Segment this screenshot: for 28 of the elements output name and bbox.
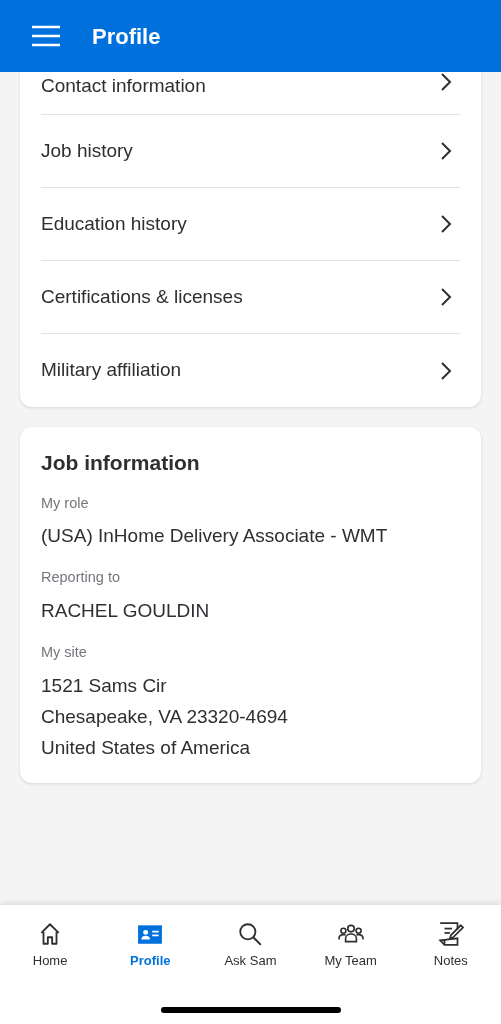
field-label: My role: [41, 493, 90, 513]
field-value: Chesapeake, VA 23320-4694: [41, 704, 289, 729]
search-icon: [237, 921, 264, 947]
field-value: United States of America: [41, 735, 252, 760]
list-item[interactable]: Education history: [41, 188, 460, 261]
tab[interactable]: My Team: [300, 905, 401, 1024]
tab[interactable]: Notes: [400, 905, 501, 1024]
tab[interactable]: Profile: [100, 905, 201, 1024]
field-value: RACHEL GOULDIN: [41, 599, 211, 623]
list-item[interactable]: Contact information: [41, 72, 460, 115]
chevron-right-icon: [440, 214, 452, 234]
page-title: Profile: [92, 22, 161, 51]
menu-icon[interactable]: [32, 25, 60, 47]
tab[interactable]: Ask Sam: [200, 905, 301, 1024]
section-title: Job information: [41, 450, 201, 476]
list-item[interactable]: Military affiliation: [41, 334, 460, 407]
chevron-right-icon: [440, 141, 452, 161]
list-item[interactable]: Job history: [41, 115, 460, 188]
field-value: 1521 Sams Cir: [41, 673, 168, 698]
list-item[interactable]: Certifications & licenses: [41, 261, 460, 334]
field-label: My site: [41, 643, 88, 662]
field-label: Reporting to: [41, 568, 121, 588]
tab[interactable]: Home: [0, 905, 101, 1024]
chevron-right-icon: [440, 72, 452, 92]
chevron-right-icon: [440, 287, 452, 307]
notepad-icon: [437, 921, 464, 947]
chevron-right-icon: [440, 360, 452, 381]
field-value: (USA) InHome Delivery Associate - WMT: [41, 524, 389, 549]
